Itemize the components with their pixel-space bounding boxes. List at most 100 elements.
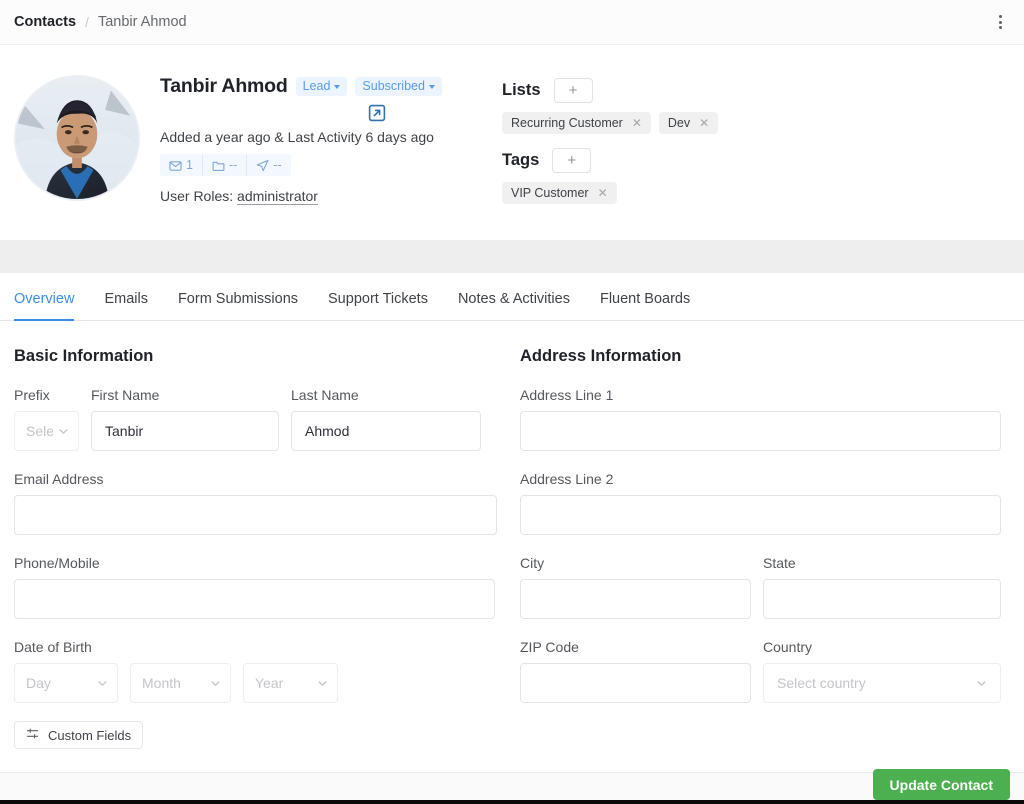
lists-header: Lists + [502, 78, 1010, 103]
chevron-down-icon [58, 426, 69, 437]
chevron-down-icon [334, 84, 341, 89]
stat-forms[interactable]: -- [201, 154, 246, 176]
identity-block: Tanbir Ahmod Lead Subscribed Added a yea… [160, 69, 502, 240]
breadcrumb-root[interactable]: Contacts [14, 14, 76, 30]
prefix-field-group: Prefix Select [14, 387, 79, 451]
section-divider-band [0, 240, 1024, 273]
tab-emails[interactable]: Emails [89, 291, 163, 320]
address-line-1-input[interactable] [520, 411, 1001, 451]
zip-label: ZIP Code [520, 639, 579, 655]
prefix-select[interactable]: Select [14, 411, 79, 451]
tab-overview[interactable]: Overview [14, 291, 89, 321]
address-line-1-label: Address Line 1 [520, 387, 614, 403]
action-footer [0, 772, 1024, 800]
avatar-image [16, 77, 138, 199]
city-label: City [520, 555, 545, 571]
tag-chip[interactable]: VIP Customer ✕ [502, 182, 617, 204]
chevron-down-icon [317, 678, 328, 689]
address-line-2-group: Address Line 2 [520, 471, 1001, 535]
overview-form: Basic Information Prefix Select First Na… [0, 321, 1024, 749]
state-label: State [763, 555, 796, 571]
city-input[interactable] [520, 579, 751, 619]
stat-sent-value: -- [273, 158, 282, 172]
state-input[interactable] [763, 579, 1001, 619]
last-name-field-group: Last Name [291, 387, 481, 451]
breadcrumb-bar: Contacts / Tanbir Ahmod [0, 0, 1024, 45]
send-icon [256, 159, 269, 171]
dob-label: Date of Birth [14, 639, 92, 655]
dob-day-select[interactable]: Day [14, 663, 118, 703]
close-icon[interactable]: ✕ [699, 117, 709, 129]
dob-year-value: Year [255, 675, 284, 691]
zip-field-group: ZIP Code [520, 639, 751, 703]
update-contact-button[interactable]: Update Contact [872, 769, 1010, 800]
subscription-badge-label: Subscribed [362, 79, 425, 93]
tab-form-submissions[interactable]: Form Submissions [163, 291, 313, 320]
email-input[interactable] [14, 495, 497, 535]
stat-forms-value: -- [228, 158, 238, 172]
lists-chips: Recurring Customer ✕ Dev ✕ [502, 112, 1010, 134]
external-link-icon[interactable] [368, 104, 386, 122]
tags-header: Tags + [502, 148, 1010, 173]
kebab-menu-icon[interactable] [990, 12, 1010, 32]
status-badge-label: Lead [302, 79, 331, 93]
custom-fields-button[interactable]: Custom Fields [14, 721, 144, 749]
list-chip[interactable]: Recurring Customer ✕ [502, 112, 651, 134]
stat-emails[interactable]: 1 [160, 154, 202, 176]
close-icon[interactable]: ✕ [598, 187, 608, 199]
stats-group: 1 -- -- [160, 154, 291, 176]
add-list-button[interactable]: + [553, 78, 593, 103]
stat-emails-value: 1 [186, 158, 193, 172]
dob-row: Date of Birth Day Month Year [14, 639, 504, 703]
user-roles-value[interactable]: administrator [237, 187, 318, 205]
viewport-bottom-strip [0, 800, 1024, 804]
chevron-down-icon [210, 678, 221, 689]
address-line-2-row: Address Line 2 [520, 471, 1010, 535]
profile-summary: Tanbir Ahmod Lead Subscribed Added a yea… [0, 45, 1024, 240]
tab-notes-activities[interactable]: Notes & Activities [443, 291, 585, 320]
zip-input[interactable] [520, 663, 751, 703]
country-select-value: Select country [777, 675, 866, 691]
chevron-down-icon [428, 84, 435, 89]
tag-chip-label: VIP Customer [511, 186, 589, 200]
city-state-row: City State [520, 555, 1010, 619]
address-line-2-input[interactable] [520, 495, 1001, 535]
dob-year-select[interactable]: Year [243, 663, 338, 703]
prefix-select-value: Select [26, 423, 53, 439]
chevron-down-icon [976, 678, 987, 689]
country-select[interactable]: Select country [763, 663, 1001, 703]
state-field-group: State [763, 555, 1001, 619]
add-tag-button[interactable]: + [552, 148, 592, 173]
close-icon[interactable]: ✕ [632, 117, 642, 129]
address-information-title: Address Information [520, 347, 682, 365]
list-chip[interactable]: Dev ✕ [658, 112, 719, 134]
first-name-input[interactable] [91, 411, 279, 451]
address-line-1-row: Address Line 1 [520, 387, 1010, 451]
tab-support-tickets[interactable]: Support Tickets [313, 291, 443, 320]
status-badge[interactable]: Lead [295, 77, 348, 96]
tags-title: Tags [502, 151, 540, 169]
dob-day-value: Day [26, 675, 51, 691]
avatar[interactable] [14, 75, 140, 201]
tab-bar: Overview Emails Form Submissions Support… [0, 273, 1024, 321]
contact-detail-page: Contacts / Tanbir Ahmod Tanbir Ahmod Lea… [0, 0, 1024, 804]
zip-country-row: ZIP Code Country Select country [520, 639, 1010, 703]
stat-sent[interactable]: -- [246, 154, 290, 176]
avatar-container [14, 69, 160, 240]
contact-name: Tanbir Ahmod [160, 75, 288, 97]
dob-month-select[interactable]: Month [130, 663, 231, 703]
address-line-2-label: Address Line 2 [520, 471, 614, 487]
subscription-badge[interactable]: Subscribed [355, 77, 442, 96]
email-field-group: Email Address [14, 471, 497, 535]
envelope-icon [169, 160, 182, 171]
activity-summary: Added a year ago & Last Activity 6 days … [160, 129, 434, 145]
phone-label: Phone/Mobile [14, 555, 100, 571]
last-name-input[interactable] [291, 411, 481, 451]
prefix-label: Prefix [14, 387, 50, 403]
lists-title: Lists [502, 81, 541, 99]
tab-fluent-boards[interactable]: Fluent Boards [585, 291, 705, 320]
last-name-label: Last Name [291, 387, 359, 403]
phone-input[interactable] [14, 579, 495, 619]
breadcrumb-separator: / [85, 14, 89, 30]
lists-tags-panel: Lists + Recurring Customer ✕ Dev ✕ Tags … [502, 69, 1010, 240]
